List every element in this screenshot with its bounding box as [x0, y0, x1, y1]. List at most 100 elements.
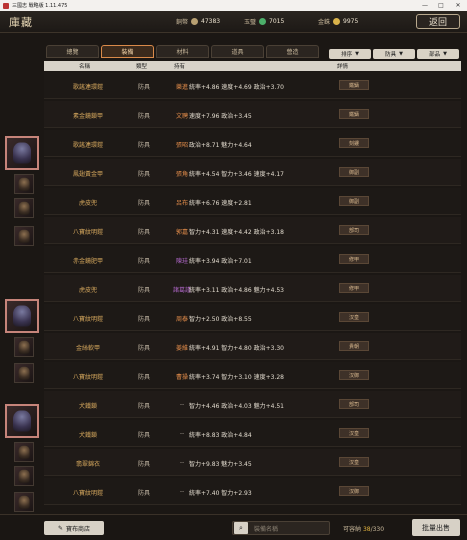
category-tabs: 總覽 裝備 材料 道具 營造	[46, 45, 319, 58]
search-icon[interactable]: ⌕	[234, 522, 248, 534]
hero-figure	[18, 229, 30, 243]
hero-figure	[13, 142, 31, 164]
item-tag-button[interactable]: 御副	[339, 167, 369, 177]
resource-label: 玉璧	[244, 19, 257, 26]
hero-portrait-small[interactable]	[14, 174, 34, 194]
item-type: 防具	[137, 142, 150, 149]
item-stats: 統率+4.91 智力+4.80 政治+3.30	[189, 345, 284, 352]
page-title: 庫藏	[9, 16, 33, 29]
item-stats: 統率+8.83 政治+4.84	[189, 432, 252, 439]
category-dropdown[interactable]: 防具 ▼	[373, 49, 415, 59]
resource-copper: 銅幣 47383	[176, 16, 220, 27]
table-row[interactable]: 素金鏡鎖甲 防具 文聘 速度+7.96 政治+3.45 鐵鑄	[44, 101, 461, 128]
item-tag-button[interactable]: 修甲	[339, 283, 369, 293]
item-type: 防具	[137, 316, 150, 323]
search-box[interactable]: ⌕ 裝備名稱	[232, 521, 330, 535]
table-row[interactable]: 歌謠連環鎧 防具 張昭 政治+8.71 魅力+4.64 刻鏤	[44, 130, 461, 157]
item-type: 防具	[137, 374, 150, 381]
minimize-button[interactable]: —	[418, 0, 432, 11]
column-header-stats: 詳情	[337, 64, 349, 70]
item-stats: 統率+3.11 政治+4.86 魅力+4.53	[189, 287, 284, 294]
resource-label: 金銖	[318, 19, 331, 26]
hero-portrait-small[interactable]	[14, 492, 34, 512]
table-row[interactable]: 犬鐵鎖 防具 -- 統率+8.83 政治+4.84 汉皇	[44, 420, 461, 447]
hero-portrait-small[interactable]	[14, 442, 34, 462]
equipment-table: 歌謠連環鎧 防具 樂進 統率+4.86 速度+4.69 政治+3.70 鐵鑄 素…	[44, 72, 461, 512]
item-name: 八寶紋明鎧	[72, 229, 103, 236]
dropdown-label: 排序	[341, 52, 353, 58]
tab-items[interactable]: 道具	[211, 45, 264, 58]
hero-portrait[interactable]	[5, 299, 39, 333]
table-row[interactable]: 歌謠連環鎧 防具 樂進 統率+4.86 速度+4.69 政治+3.70 鐵鑄	[44, 72, 461, 99]
hero-figure	[13, 410, 31, 432]
bulk-sell-button[interactable]: 批量出售	[412, 519, 460, 536]
item-stats: 統率+4.86 速度+4.69 政治+3.70	[189, 84, 284, 91]
table-row[interactable]: 虎皮兜 防具 諸葛謹 統率+3.11 政治+4.86 魅力+4.53 修甲	[44, 275, 461, 302]
bottom-bar: ✎ 寶布商店 ⌕ 裝備名稱 可容納 38/330 批量出售	[0, 514, 467, 540]
item-tag-button[interactable]: 汉皇	[339, 312, 369, 322]
item-tag-button[interactable]: 鐵鑄	[339, 80, 369, 90]
item-tag-button[interactable]: 貴朝	[339, 341, 369, 351]
table-row[interactable]: 八寶紋明鎧 防具 周泰 智力+2.50 政治+8.55 汉皇	[44, 304, 461, 331]
item-tag-button[interactable]: 汉皇	[339, 428, 369, 438]
tab-equipment[interactable]: 裝備	[101, 45, 154, 58]
table-row[interactable]: 翡翠錦衣 防具 -- 智力+9.83 魅力+3.45 汉皇	[44, 449, 461, 476]
hero-portrait-small[interactable]	[14, 337, 34, 357]
table-row[interactable]: 八寶紋明鎧 防具 郭嘉 智力+4.31 速度+4.42 政治+3.18 部司	[44, 217, 461, 244]
table-row[interactable]: 赤金鏡肥甲 防具 陳珪 統率+3.94 政治+7.01 修甲	[44, 246, 461, 273]
table-row[interactable]: 鳳翅黃金甲 防具 張角 統率+4.54 智力+3.46 速度+4.17 御副	[44, 159, 461, 186]
item-type: 防具	[137, 229, 150, 236]
hero-portrait-small[interactable]	[14, 198, 34, 218]
item-tag-button[interactable]: 汉御	[339, 486, 369, 496]
hero-portrait-small[interactable]	[14, 226, 34, 246]
column-header-name: 名稱	[79, 64, 91, 70]
item-tag-button[interactable]: 修甲	[339, 254, 369, 264]
item-type: 防具	[137, 258, 150, 265]
hero-portrait-small[interactable]	[14, 363, 34, 383]
maximize-button[interactable]: □	[434, 0, 448, 11]
hero-figure	[18, 177, 30, 191]
item-tag-button[interactable]: 部司	[339, 399, 369, 409]
table-row[interactable]: 虎皮兜 防具 呂布 統率+6.76 速度+2.81 御副	[44, 188, 461, 215]
item-type: 防具	[137, 171, 150, 178]
item-tag-button[interactable]: 汉皇	[339, 457, 369, 467]
capacity-label: 可容納	[343, 526, 362, 533]
shop-button[interactable]: ✎ 寶布商店	[44, 521, 104, 535]
item-tag-button[interactable]: 刻鏤	[339, 138, 369, 148]
tab-overview[interactable]: 總覽	[46, 45, 99, 58]
sort-dropdown[interactable]: 排序 ▼	[329, 49, 371, 59]
close-button[interactable]: ✕	[451, 0, 465, 11]
item-name: 八寶紋明鎧	[72, 374, 103, 381]
back-button[interactable]: 返回	[416, 14, 460, 29]
table-row[interactable]: 八寶紋明鎧 防具 曹操 統率+3.74 智力+3.10 速度+3.28 汉御	[44, 362, 461, 389]
capacity-used: 38	[362, 526, 371, 533]
tab-materials[interactable]: 材料	[156, 45, 209, 58]
item-stats: 智力+4.31 速度+4.42 政治+3.18	[189, 229, 284, 236]
resource-value: 47383	[201, 18, 221, 25]
item-type: 防具	[137, 461, 150, 468]
table-row[interactable]: 八寶紋明鎧 防具 -- 統率+7.40 智力+2.93 汉御	[44, 478, 461, 505]
table-row[interactable]: 金絲軟甲 防具 姜維 統率+4.91 智力+4.80 政治+3.30 貴朝	[44, 333, 461, 360]
part-dropdown[interactable]: 部品 ▼	[417, 49, 459, 59]
item-tag-button[interactable]: 汉御	[339, 370, 369, 380]
item-stats: 統率+7.40 智力+2.93	[189, 490, 252, 497]
item-tag-button[interactable]: 部司	[339, 225, 369, 235]
table-row[interactable]: 犬鐵鎖 防具 -- 智力+4.46 政治+4.03 魅力+4.51 部司	[44, 391, 461, 418]
item-tag-button[interactable]: 鐵鑄	[339, 109, 369, 119]
hero-portrait-small[interactable]	[14, 466, 34, 486]
hero-portrait[interactable]	[5, 404, 39, 438]
item-type: 防具	[137, 84, 150, 91]
hero-portrait[interactable]	[5, 136, 39, 170]
item-tag-button[interactable]: 御副	[339, 196, 369, 206]
item-name: 金絲軟甲	[75, 345, 100, 352]
dropdown-label: 部品	[429, 52, 441, 58]
item-stats: 智力+2.50 政治+8.55	[189, 316, 252, 323]
column-header-type: 類型	[136, 64, 148, 70]
item-name: 素金鏡鎖甲	[72, 113, 103, 120]
tab-construction[interactable]: 營造	[266, 45, 319, 58]
table-header: 名稱 類型 持有 詳情	[44, 61, 461, 71]
item-stats: 智力+9.83 魅力+3.45	[189, 461, 252, 468]
capacity-readout: 可容納 38/330	[343, 524, 384, 533]
chevron-down-icon: ▼	[399, 51, 403, 57]
item-type: 防具	[137, 432, 150, 439]
